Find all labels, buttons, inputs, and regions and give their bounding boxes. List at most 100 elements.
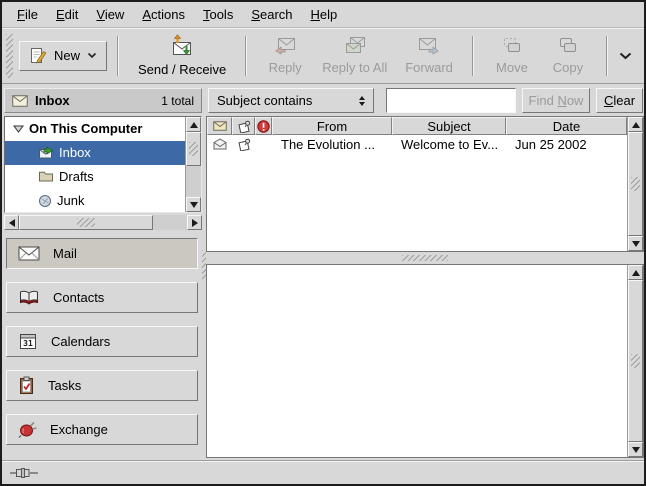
envelope-icon	[12, 95, 28, 107]
scroll-thumb[interactable]	[628, 132, 643, 236]
switcher-mail-button[interactable]: Mail	[6, 238, 198, 269]
junk-icon	[38, 194, 52, 207]
menu-view[interactable]: View	[87, 3, 133, 26]
contacts-icon	[18, 289, 40, 306]
folder-icon	[38, 170, 54, 182]
switcher-label: Mail	[53, 246, 77, 261]
scroll-left-arrow[interactable]	[4, 215, 19, 230]
tasks-icon	[18, 376, 35, 395]
folder-tree-scrollbar[interactable]	[185, 117, 201, 212]
new-button[interactable]: New	[19, 41, 107, 71]
horizontal-pane-splitter[interactable]	[206, 252, 644, 264]
move-button[interactable]: Move	[484, 30, 540, 82]
note-pin-icon	[237, 120, 251, 133]
copy-button[interactable]: Copy	[540, 30, 596, 82]
scroll-down-arrow[interactable]	[628, 442, 643, 457]
toolbar-overflow-button[interactable]	[619, 52, 632, 60]
chevron-down-icon	[87, 52, 97, 59]
tree-node-label: Drafts	[59, 169, 94, 184]
toolbar-separator	[472, 36, 474, 76]
scroll-up-arrow[interactable]	[628, 265, 643, 280]
reply-button[interactable]: Reply	[257, 30, 313, 82]
tree-node-on-this-computer[interactable]: On This Computer	[5, 117, 185, 141]
message-from: The Evolution ...	[272, 137, 392, 152]
search-input[interactable]	[386, 88, 516, 113]
message-list-scrollbar[interactable]	[627, 117, 643, 251]
open-envelope-icon	[213, 138, 227, 150]
send-receive-label: Send / Receive	[138, 62, 226, 77]
note-pin-icon	[237, 138, 251, 151]
scroll-track[interactable]	[186, 166, 201, 197]
switcher-calendars-button[interactable]: 31 Calendars	[6, 326, 198, 357]
column-flagged[interactable]	[232, 117, 255, 135]
message-subject: Welcome to Ev...	[392, 137, 506, 152]
message-list-header: From Subject Date	[207, 117, 627, 135]
column-subject[interactable]: Subject	[392, 117, 506, 135]
forward-icon	[416, 36, 442, 56]
scroll-up-arrow[interactable]	[628, 117, 643, 132]
forward-button[interactable]: Forward	[396, 30, 462, 82]
reply-to-all-button[interactable]: Reply to All	[313, 30, 396, 82]
scroll-track[interactable]	[153, 215, 187, 230]
tree-node-label: Junk	[57, 193, 84, 208]
menu-help[interactable]: Help	[302, 3, 347, 26]
current-folder-title: Inbox	[35, 93, 70, 108]
scroll-thumb[interactable]	[186, 132, 201, 166]
scroll-down-arrow[interactable]	[186, 197, 201, 212]
exchange-icon	[18, 421, 37, 438]
column-date[interactable]: Date	[506, 117, 627, 135]
status-bar	[2, 460, 644, 484]
evolution-window: File Edit View Actions Tools Search Help…	[0, 0, 646, 486]
copy-icon	[556, 36, 580, 56]
column-from[interactable]: From	[272, 117, 392, 135]
toolbar: New Send / Receive Reply	[2, 28, 644, 84]
column-message-status[interactable]	[207, 117, 232, 135]
splitter-grip[interactable]	[402, 255, 448, 261]
reply-label: Reply	[269, 60, 302, 75]
menu-search[interactable]: Search	[242, 3, 301, 26]
online-plug-icon[interactable]	[10, 467, 40, 479]
column-important[interactable]	[255, 117, 272, 135]
send-receive-icon	[168, 34, 196, 58]
menu-actions[interactable]: Actions	[133, 3, 194, 26]
folder-tree-hscrollbar[interactable]	[4, 215, 202, 230]
switcher-contacts-button[interactable]: Contacts	[6, 282, 198, 313]
scroll-thumb[interactable]	[628, 280, 643, 442]
search-criteria-value: Subject contains	[217, 93, 312, 108]
send-receive-button[interactable]: Send / Receive	[129, 30, 235, 82]
toolbar-separator	[245, 36, 247, 76]
menu-edit[interactable]: Edit	[47, 3, 87, 26]
toolbar-grip[interactable]	[6, 34, 13, 78]
compose-icon	[29, 47, 47, 65]
new-button-label: New	[54, 48, 80, 63]
scroll-right-arrow[interactable]	[187, 215, 202, 230]
message-preview-pane	[206, 264, 644, 458]
switcher-tasks-button[interactable]: Tasks	[6, 370, 198, 401]
menu-tools[interactable]: Tools	[194, 3, 242, 26]
switcher-exchange-button[interactable]: Exchange	[6, 414, 198, 445]
switcher-label: Calendars	[51, 334, 110, 349]
scroll-up-arrow[interactable]	[186, 117, 201, 132]
preview-scrollbar[interactable]	[627, 265, 643, 457]
search-criteria-dropdown[interactable]: Subject contains	[208, 88, 374, 113]
switcher-label: Contacts	[53, 290, 104, 305]
move-icon	[500, 36, 524, 56]
tree-node-junk[interactable]: Junk	[5, 188, 185, 212]
message-row[interactable]: The Evolution ... Welcome to Ev... Jun 2…	[207, 135, 627, 153]
tree-node-inbox[interactable]: Inbox	[5, 141, 185, 165]
inbox-folder-icon	[38, 146, 54, 159]
tree-node-drafts[interactable]: Drafts	[5, 165, 185, 189]
important-icon	[257, 120, 270, 133]
scroll-down-arrow[interactable]	[628, 236, 643, 251]
mail-icon	[18, 246, 40, 261]
menu-bar: File Edit View Actions Tools Search Help	[2, 2, 644, 28]
toolbar-separator	[606, 36, 608, 76]
folder-tree: On This Computer Inbox Drafts Junk	[4, 116, 202, 213]
clear-button[interactable]: Clear	[596, 88, 643, 113]
find-now-button[interactable]: Find Now	[522, 88, 590, 113]
toolbar-separator	[117, 36, 119, 76]
menu-file[interactable]: File	[8, 3, 47, 26]
expander-triangle-icon[interactable]	[13, 125, 24, 133]
scroll-thumb[interactable]	[19, 215, 153, 230]
move-label: Move	[496, 60, 528, 75]
